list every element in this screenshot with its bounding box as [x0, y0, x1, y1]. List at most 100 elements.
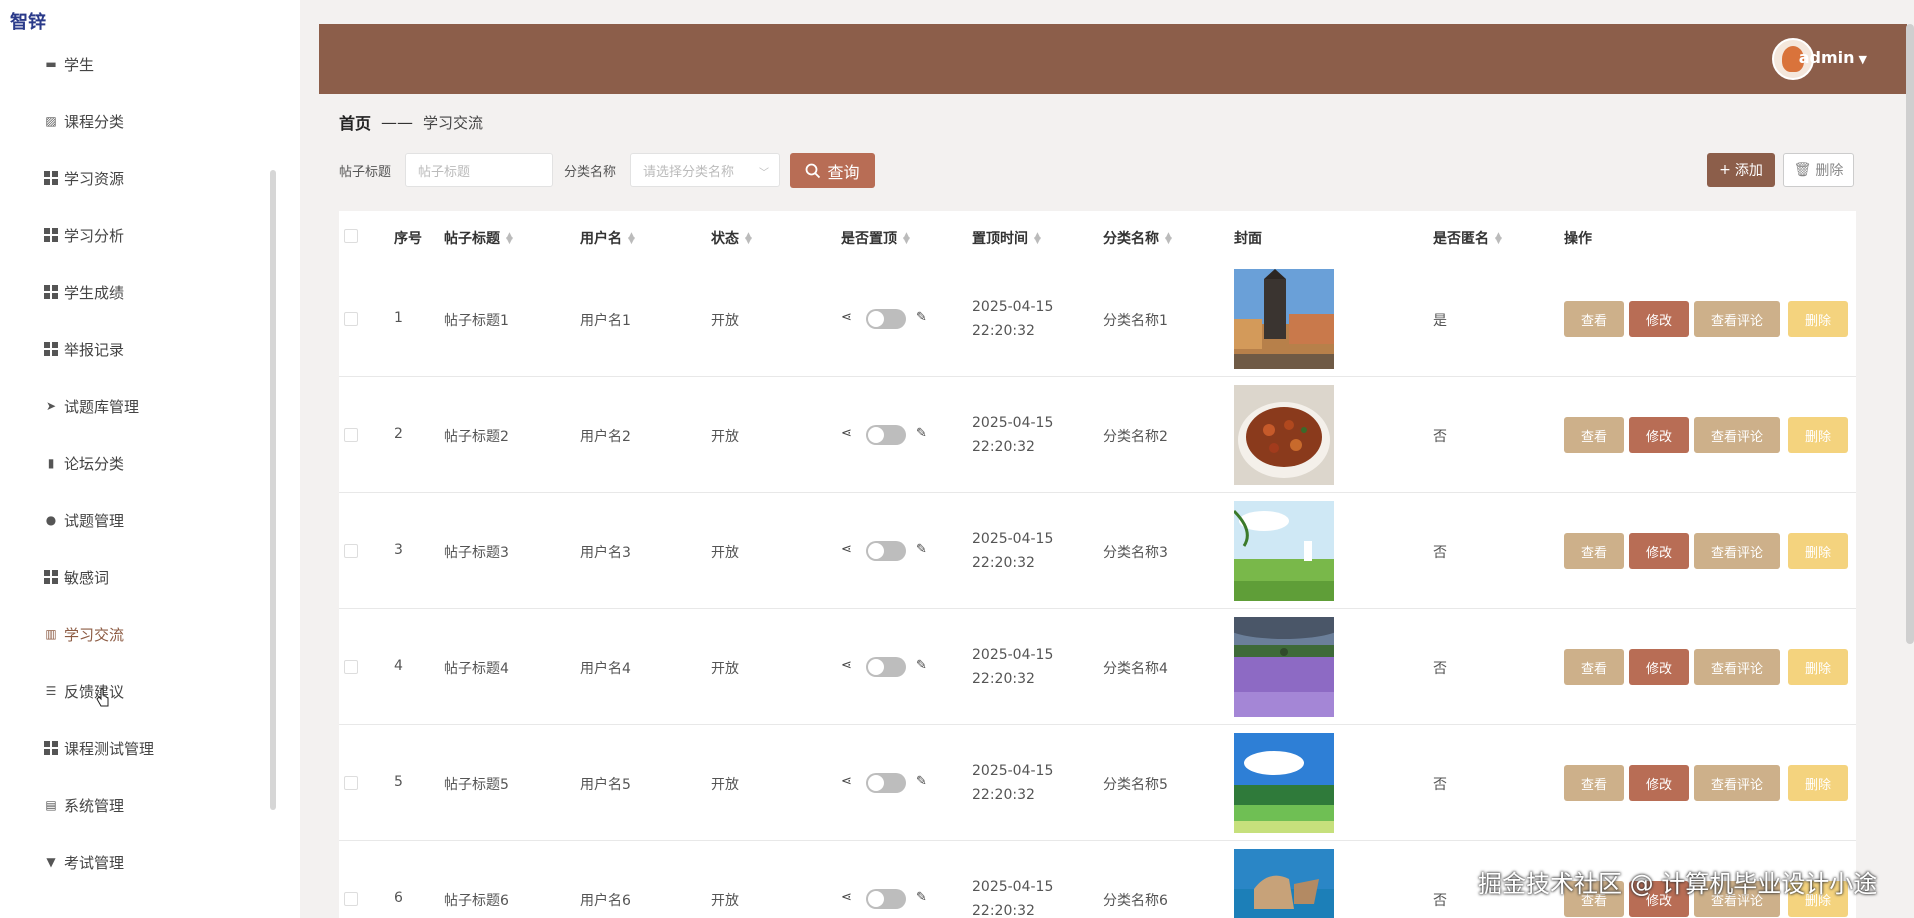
column-header-3[interactable]: 用户名 ▲ ▼	[580, 228, 635, 248]
category-cell: 分类名称6	[1103, 893, 1168, 909]
share-icon[interactable]: ⋖	[841, 426, 852, 441]
column-header-5[interactable]: 是否置顶 ▲ ▼	[841, 228, 910, 248]
sidebar-item-6[interactable]: 举报记录	[44, 335, 124, 363]
view-button[interactable]: 查看	[1564, 765, 1624, 801]
sidebar-item-label: 系统管理	[64, 796, 125, 815]
edit-pen-icon[interactable]: ✎	[916, 658, 927, 673]
edit-pen-icon[interactable]: ✎	[916, 426, 927, 441]
sidebar-item-15[interactable]: ▼ 考试管理	[44, 848, 124, 876]
brand-logo: 智锌	[10, 12, 46, 33]
column-header-label: 帖子标题	[444, 231, 500, 247]
clipboard-icon: ▤	[45, 798, 57, 812]
edit-pen-icon[interactable]: ✎	[916, 774, 927, 789]
status-cell: 开放	[711, 777, 739, 793]
sidebar-item-14[interactable]: ▤ 系统管理	[44, 791, 124, 819]
share-icon[interactable]: ⋖	[841, 774, 852, 789]
view-comments-button[interactable]: 查看评论	[1694, 301, 1780, 337]
pin-toggle[interactable]	[866, 773, 906, 793]
post-title: 帖子标题2	[444, 429, 509, 445]
sort-icon[interactable]: ▲ ▼	[506, 232, 513, 246]
row-checkbox[interactable]	[344, 776, 358, 790]
share-icon[interactable]: ⋖	[841, 310, 852, 325]
sort-icon[interactable]: ▲ ▼	[903, 232, 910, 246]
sidebar-item-13[interactable]: 课程测试管理	[44, 734, 154, 762]
pin-toggle[interactable]	[866, 309, 906, 329]
cover-image	[1234, 849, 1334, 918]
sidebar-item-4[interactable]: 学习分析	[44, 221, 124, 249]
row-checkbox[interactable]	[344, 544, 358, 558]
column-header-4[interactable]: 状态 ▲ ▼	[711, 228, 752, 248]
row-index: 4	[394, 658, 403, 674]
table-row: 3 帖子标题3 用户名3 开放 ⋖ ✎ 2025-04-15 22:20:32 分类名称3 否 查…	[339, 493, 1856, 609]
column-header-6[interactable]: 置顶时间 ▲ ▼	[972, 228, 1041, 248]
sort-icon[interactable]: ▲ ▼	[1495, 232, 1502, 246]
column-header-2[interactable]: 帖子标题 ▲ ▼	[444, 228, 513, 248]
sidebar-item-12[interactable]: ☰ 反馈建议	[44, 677, 124, 705]
pin-toggle[interactable]	[866, 541, 906, 561]
edit-pen-icon[interactable]: ✎	[916, 542, 927, 557]
edit-button[interactable]: 修改	[1629, 765, 1689, 801]
view-button[interactable]: 查看	[1564, 301, 1624, 337]
edit-pen-icon[interactable]: ✎	[916, 890, 927, 905]
select-all-checkbox[interactable]	[344, 229, 358, 243]
delete-button[interactable]: 删除	[1788, 765, 1848, 801]
sidebar-item-label: 学生成绩	[64, 283, 125, 302]
view-comments-button[interactable]: 查看评论	[1694, 649, 1780, 685]
delete-button[interactable]: 删除	[1788, 533, 1848, 569]
page-scrollbar[interactable]	[1906, 24, 1914, 644]
column-header-9[interactable]: 是否匿名 ▲ ▼	[1433, 228, 1502, 248]
edit-button[interactable]: 修改	[1629, 649, 1689, 685]
pin-toggle[interactable]	[866, 425, 906, 445]
sidebar-item-8[interactable]: ▮ 论坛分类	[44, 449, 124, 477]
sidebar-item-9[interactable]: ● 试题管理	[44, 506, 124, 534]
row-checkbox[interactable]	[344, 660, 358, 674]
view-button[interactable]: 查看	[1564, 649, 1624, 685]
sidebar-item-2[interactable]: ▨ 课程分类	[44, 107, 124, 135]
pin-toggle[interactable]	[866, 889, 906, 909]
add-button[interactable]: + 添加	[1707, 153, 1775, 187]
edit-button[interactable]: 修改	[1629, 301, 1689, 337]
column-header-10: 操作	[1564, 228, 1592, 248]
view-comments-button[interactable]: 查看评论	[1694, 765, 1780, 801]
sliders-icon: ☰	[45, 684, 57, 698]
title-search-input[interactable]: 帖子标题	[405, 153, 553, 187]
view-comments-button[interactable]: 查看评论	[1694, 417, 1780, 453]
sort-icon[interactable]: ▲ ▼	[1034, 232, 1041, 246]
sidebar-item-11[interactable]: ▥ 学习交流	[44, 620, 124, 648]
edit-button[interactable]: 修改	[1629, 417, 1689, 453]
sidebar-item-3[interactable]: 学习资源	[44, 164, 124, 192]
category-select[interactable]: 请选择分类名称 ﹀	[630, 153, 780, 187]
sidebar-scrollbar[interactable]	[270, 170, 276, 810]
sidebar-item-10[interactable]: 敏感词	[44, 563, 109, 591]
sidebar-item-1[interactable]: ▬ 学生	[44, 50, 94, 78]
row-checkbox[interactable]	[344, 428, 358, 442]
row-checkbox[interactable]	[344, 312, 358, 326]
column-header-7[interactable]: 分类名称 ▲ ▼	[1103, 228, 1172, 248]
breadcrumb-home[interactable]: 首页	[339, 110, 371, 134]
edit-pen-icon[interactable]: ✎	[916, 310, 927, 325]
pin-toggle[interactable]	[866, 657, 906, 677]
share-icon[interactable]: ⋖	[841, 890, 852, 905]
query-button[interactable]: 查询	[790, 153, 875, 188]
batch-delete-button[interactable]: 🗑 删除	[1783, 153, 1854, 187]
delete-button[interactable]: 删除	[1788, 417, 1848, 453]
row-checkbox[interactable]	[344, 892, 358, 906]
delete-button[interactable]: 删除	[1788, 301, 1848, 337]
category-cell: 分类名称3	[1103, 545, 1168, 561]
share-icon[interactable]: ⋖	[841, 658, 852, 673]
sidebar-item-7[interactable]: ➤ 试题库管理	[44, 392, 139, 420]
sort-icon[interactable]: ▲ ▼	[628, 232, 635, 246]
view-button[interactable]: 查看	[1564, 533, 1624, 569]
share-icon[interactable]: ⋖	[841, 542, 852, 557]
sidebar-item-5[interactable]: 学生成绩	[44, 278, 124, 306]
view-button[interactable]: 查看	[1564, 417, 1624, 453]
edit-button[interactable]: 修改	[1629, 533, 1689, 569]
post-title: 帖子标题1	[444, 313, 509, 329]
user-menu[interactable]: admin ▼	[1799, 48, 1867, 67]
sort-icon[interactable]: ▲ ▼	[745, 232, 752, 246]
view-comments-button[interactable]: 查看评论	[1694, 533, 1780, 569]
sort-icon[interactable]: ▲ ▼	[1165, 232, 1172, 246]
category-filter-label: 分类名称	[564, 165, 617, 180]
post-title: 帖子标题6	[444, 893, 509, 909]
delete-button[interactable]: 删除	[1788, 649, 1848, 685]
